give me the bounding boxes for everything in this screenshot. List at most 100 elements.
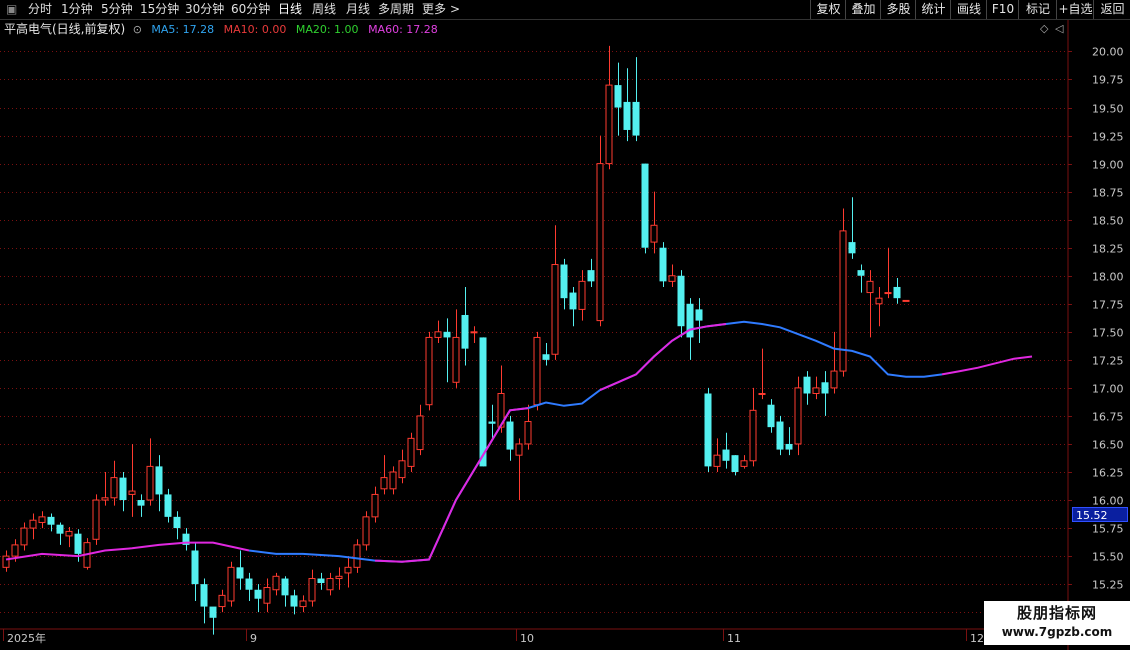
candle-body-66	[596, 163, 604, 322]
current-price-tag: 15.52	[1072, 507, 1128, 522]
candle-body-46	[416, 415, 424, 451]
candle-body-17	[155, 466, 163, 495]
candle-body-90	[812, 387, 820, 394]
candle-body-89	[803, 376, 811, 394]
candle-body-40	[362, 516, 370, 546]
candle-body-54	[488, 421, 496, 424]
period-tab-3[interactable]: 15分钟	[140, 1, 179, 18]
candle-body-0	[2, 555, 10, 568]
y-tick-label-19: 19.75	[1092, 74, 1124, 87]
candle-body-15	[137, 500, 145, 506]
y-tick-label-17: 19.25	[1092, 131, 1124, 144]
candle-body-1	[11, 544, 19, 557]
candle-body-73	[659, 247, 667, 282]
candle-body-58	[524, 421, 532, 445]
y-tick-label-12: 18.00	[1092, 271, 1124, 284]
collapse-arrow-icon[interactable]: ◁	[1055, 22, 1063, 35]
candle-body-13	[119, 477, 127, 501]
candle-body-2	[20, 527, 28, 546]
candle-body-56	[506, 421, 514, 450]
y-tick-label-9: 17.25	[1092, 355, 1124, 368]
toolbar-button-2[interactable]: 多股	[880, 0, 916, 19]
period-tab-4[interactable]: 30分钟	[185, 1, 224, 18]
ma5-value: MA5: 17.28	[151, 23, 215, 36]
toolbar-button-8[interactable]: 返回	[1093, 0, 1130, 19]
more-arrow-icon[interactable]: >	[450, 1, 460, 18]
watermark: 股朋指标网 www.7gpzb.com	[984, 601, 1130, 645]
collapse-diamond-icon[interactable]: ◇	[1040, 22, 1048, 35]
period-tab-10[interactable]: 更多	[422, 1, 446, 18]
candle-body-48	[434, 331, 442, 338]
candle-body-19	[173, 516, 181, 529]
candle-body-42	[380, 477, 388, 490]
candle-body-3	[29, 519, 37, 529]
period-tab-5[interactable]: 60分钟	[231, 1, 270, 18]
ma60-value: MA60: 17.28	[368, 23, 438, 36]
toolbar-button-0[interactable]: 复权	[810, 0, 846, 19]
candle-body-32	[290, 595, 298, 607]
toolbar-button-4[interactable]: 画线	[950, 0, 987, 19]
window-menu-icon[interactable]: ▣	[6, 1, 17, 18]
y-tick-label-20: 20.00	[1092, 46, 1124, 59]
toolbar-button-3[interactable]: 统计	[915, 0, 951, 19]
watermark-url: www.7gpzb.com	[1001, 625, 1113, 639]
candle-body-27	[245, 578, 253, 590]
candle-body-35	[317, 578, 325, 584]
candle-body-83	[749, 409, 757, 462]
candle-body-74	[668, 275, 676, 282]
period-tab-6[interactable]: 日线	[278, 1, 302, 18]
candlestick-chart[interactable]: 15.0015.2515.5015.7516.0016.2516.5016.75…	[0, 0, 1130, 650]
candle-body-70	[632, 101, 640, 136]
candle-body-30	[272, 575, 280, 591]
y-tick-label-11: 17.75	[1092, 299, 1124, 312]
candle-body-61	[551, 264, 559, 355]
candle-body-95	[857, 270, 865, 276]
y-tick-label-8: 17.00	[1092, 383, 1124, 396]
toolbar-button-7[interactable]: +自选	[1056, 0, 1094, 19]
y-tick-label-16: 19.00	[1092, 159, 1124, 172]
y-tick-label-2: 15.50	[1092, 551, 1124, 564]
candle-body-41	[371, 493, 379, 518]
candle-body-29	[263, 587, 271, 604]
candle-body-96	[866, 280, 874, 294]
y-tick-label-4: 16.00	[1092, 495, 1124, 508]
watermark-title: 股朋指标网	[1016, 604, 1097, 622]
candle-body-12	[110, 477, 118, 499]
ma-settings-icon[interactable]: ⊙	[133, 21, 142, 39]
candle-body-26	[236, 567, 244, 579]
candle-body-77	[695, 309, 703, 321]
candle-body-51	[461, 314, 469, 349]
period-tab-1[interactable]: 1分钟	[61, 1, 93, 18]
period-tab-7[interactable]: 周线	[312, 1, 336, 18]
candle-body-50	[452, 336, 460, 383]
candle-body-76	[686, 303, 694, 338]
candle-body-99	[893, 286, 901, 299]
candle-body-82	[740, 460, 748, 467]
candle-body-68	[614, 85, 622, 108]
period-tab-2[interactable]: 5分钟	[101, 1, 133, 18]
candle-body-28	[254, 589, 262, 599]
candle-body-78	[704, 393, 712, 467]
candle-body-87	[785, 443, 793, 450]
candle-body-80	[722, 449, 730, 461]
period-tab-8[interactable]: 月线	[346, 1, 370, 18]
x-tick-label-3: 11	[727, 632, 741, 645]
candle-body-16	[146, 465, 154, 501]
candle-body-69	[623, 101, 631, 130]
candle-body-14	[128, 490, 136, 495]
candle-body-21	[191, 550, 199, 585]
candle-body-71	[641, 163, 649, 248]
period-tab-9[interactable]: 多周期	[378, 1, 414, 18]
toolbar-button-1[interactable]: 叠加	[845, 0, 881, 19]
candle-body-86	[776, 421, 784, 450]
candle-body-38	[344, 566, 352, 574]
toolbar-button-6[interactable]: 标记	[1018, 0, 1057, 19]
period-tab-0[interactable]: 分时	[28, 1, 52, 18]
indicator-info-line: 平高电气(日线,前复权) ⊙ MA5: 17.28 MA10: 0.00 MA2…	[0, 20, 1068, 38]
candle-body-6	[56, 524, 64, 534]
candle-body-4	[38, 516, 46, 523]
candle-body-81	[731, 455, 739, 472]
candle-body-64	[578, 280, 586, 310]
candle-body-79	[713, 454, 721, 467]
toolbar-button-5[interactable]: F10	[986, 0, 1019, 19]
